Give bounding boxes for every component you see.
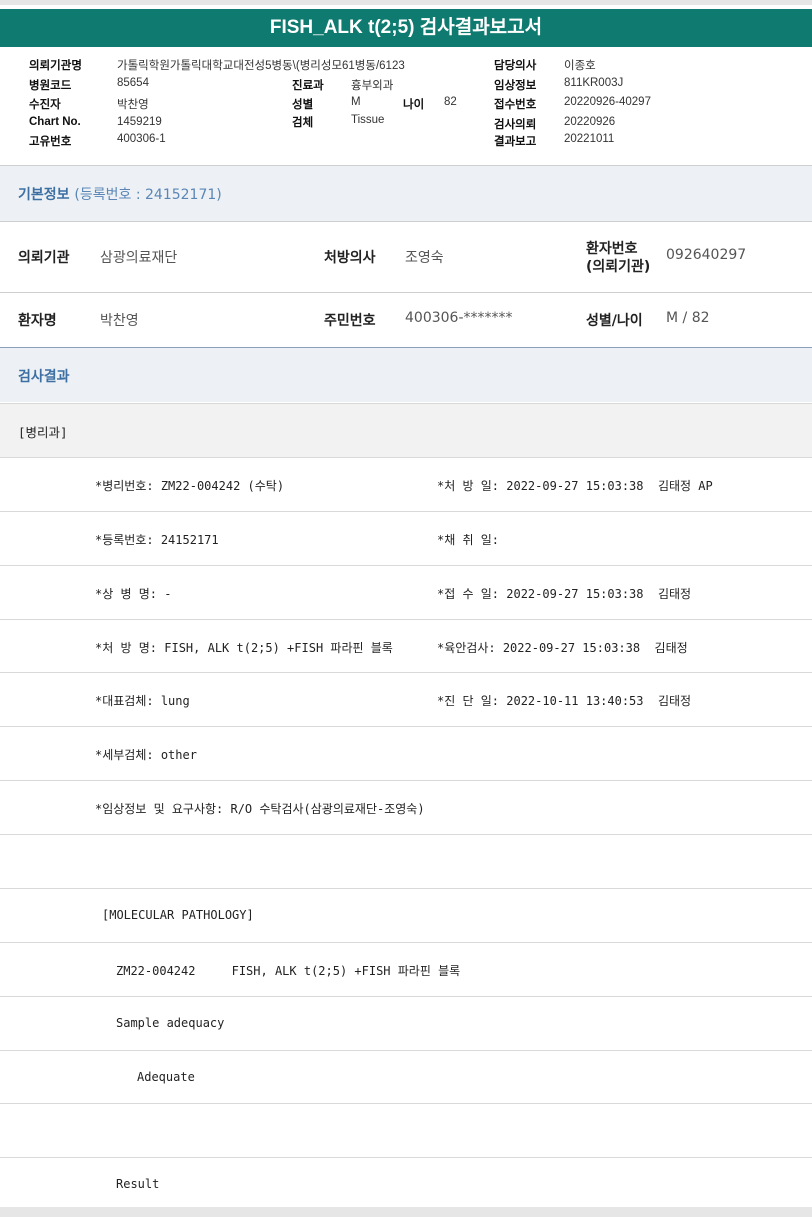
- sample-adequacy-row: Sample adequacy: [0, 996, 812, 1051]
- adequate-value: Adequate: [137, 1070, 195, 1084]
- basic-info-section: 기본정보 (등록번호 : 24152171): [0, 166, 812, 221]
- sex-value: M: [351, 96, 361, 108]
- ordering-org-value: 가톨릭학원가톨릭대학교대전성5병동\(병리성모61병동/6123: [117, 60, 405, 72]
- bottom-border: [0, 1207, 812, 1217]
- adequate-row: Adequate: [0, 1050, 812, 1105]
- result-row-right: *육안검사: 2022-09-27 15:03:38 김태정: [437, 641, 688, 655]
- sex-label: 성별: [292, 99, 314, 111]
- dept-tag: [병리과]: [18, 425, 68, 440]
- divider: [0, 221, 812, 222]
- result-row: *등록번호: 24152171 *채 취 일:: [0, 511, 812, 566]
- patient-number-value: 092640297: [666, 247, 747, 263]
- result-row-right: *진 단 일: 2022-10-11 13:40:53 김태정: [437, 694, 692, 708]
- rrn-value: 400306-*******: [405, 310, 513, 326]
- result-row: *세부검체: other: [0, 726, 812, 781]
- result-row-left: *등록번호: 24152171: [95, 533, 219, 547]
- dept-row: [병리과]: [0, 403, 812, 458]
- result-label: Result: [116, 1177, 160, 1191]
- ordering-org-label: 의뢰기관명: [29, 60, 82, 72]
- doctor-label: 담당의사: [494, 60, 537, 72]
- result-row-left: *상 병 명: -: [95, 587, 172, 601]
- result-row-left: *임상정보 및 요구사항: R/O 수탁검사(삼광의료재단-조영숙): [95, 802, 425, 816]
- result-row: *병리번호: ZM22-004242 (수탁) *처 방 일: 2022-09-…: [0, 457, 812, 512]
- hospital-code-value: 85654: [117, 77, 149, 89]
- result-row-left: *세부검체: other: [95, 748, 197, 762]
- rrn-label: 주민번호: [324, 313, 376, 329]
- sex-age-label: 성별/나이: [586, 313, 643, 329]
- blank-row: [0, 1103, 812, 1158]
- report-title: FISH_ALK t(2;5) 검사결과보고서: [0, 9, 812, 47]
- report-value: 20221011: [564, 133, 615, 145]
- divider: [0, 292, 812, 293]
- top-border: [0, 0, 812, 5]
- basic-info-title: 기본정보 (등록번호 : 24152171): [18, 184, 222, 204]
- prescriber-label: 처방의사: [324, 250, 376, 266]
- receipt-label: 접수번호: [494, 99, 537, 111]
- unique-value: 400306-1: [117, 133, 166, 145]
- recipient-label: 수진자: [29, 99, 61, 111]
- result-row-left: *대표검체: lung: [95, 694, 190, 708]
- unique-label: 고유번호: [29, 136, 72, 148]
- result-row-left: *처 방 명: FISH, ALK t(2;5) +FISH 파라핀 블록: [95, 641, 393, 655]
- age-value: 82: [444, 96, 457, 108]
- doctor-value: 이종호: [564, 60, 596, 72]
- result-row-right: *처 방 일: 2022-09-27 15:03:38 김태정 AP: [437, 479, 713, 493]
- result-row: *처 방 명: FISH, ALK t(2;5) +FISH 파라핀 블록 *육…: [0, 619, 812, 674]
- clinical-label: 임상정보: [494, 80, 537, 92]
- request-value: 20220926: [564, 116, 616, 128]
- test-row: ZM22-004242 FISH, ALK t(2;5) +FISH 파라핀 블…: [0, 942, 812, 997]
- registration-number: (등록번호 : 24152171): [74, 187, 222, 203]
- basic-info-title-text: 기본정보: [18, 187, 70, 203]
- result-row-right: *채 취 일:: [437, 533, 500, 547]
- hospital-code-label: 병원코드: [29, 80, 72, 92]
- molecular-header: [MOLECULAR PATHOLOGY]: [102, 908, 254, 922]
- result-row: *상 병 명: - *접 수 일: 2022-09-27 15:03:38 김태…: [0, 565, 812, 620]
- chart-value: 1459219: [117, 116, 162, 128]
- result-label-row: Result: [0, 1157, 812, 1208]
- clinical-value: 811KR003J: [564, 77, 624, 89]
- specimen-label: 검체: [292, 117, 314, 129]
- receipt-value: 20220926-40297: [564, 96, 651, 108]
- result-row: *대표검체: lung *진 단 일: 2022-10-11 13:40:53 …: [0, 672, 812, 727]
- specimen-value: Tissue: [351, 114, 385, 126]
- request-label: 검사의뢰: [494, 119, 537, 131]
- sex-age-value: M / 82: [666, 310, 710, 326]
- patient-number-sublabel: (의뢰기관): [586, 259, 651, 275]
- patient-name-label: 환자명: [18, 313, 57, 329]
- chart-label: Chart No.: [29, 116, 81, 128]
- patient-name-value: 박찬영: [100, 313, 139, 329]
- dept-value: 흉부외과: [351, 80, 394, 92]
- patient-number-label: 환자번호: [586, 241, 638, 257]
- result-row-right: *접 수 일: 2022-09-27 15:03:38 김태정: [437, 587, 692, 601]
- org-value: 삼광의료재단: [100, 250, 178, 266]
- result-row: *임상정보 및 요구사항: R/O 수탁검사(삼광의료재단-조영숙): [0, 780, 812, 835]
- org-label: 의뢰기관: [18, 250, 70, 266]
- recipient-value: 박찬영: [117, 99, 149, 111]
- age-label: 나이: [403, 99, 425, 111]
- molecular-row: [MOLECULAR PATHOLOGY]: [0, 888, 812, 943]
- results-title: 검사결과: [18, 369, 70, 385]
- prescriber-value: 조영숙: [405, 250, 444, 266]
- report-label: 결과보고: [494, 136, 537, 148]
- results-section: 검사결과: [0, 348, 812, 402]
- dept-label: 진료과: [292, 80, 324, 92]
- sample-adequacy-label: Sample adequacy: [116, 1016, 225, 1030]
- result-row-left: *병리번호: ZM22-004242 (수탁): [95, 479, 285, 493]
- blank-row: [0, 834, 812, 889]
- test-line: ZM22-004242 FISH, ALK t(2;5) +FISH 파라핀 블…: [116, 964, 461, 978]
